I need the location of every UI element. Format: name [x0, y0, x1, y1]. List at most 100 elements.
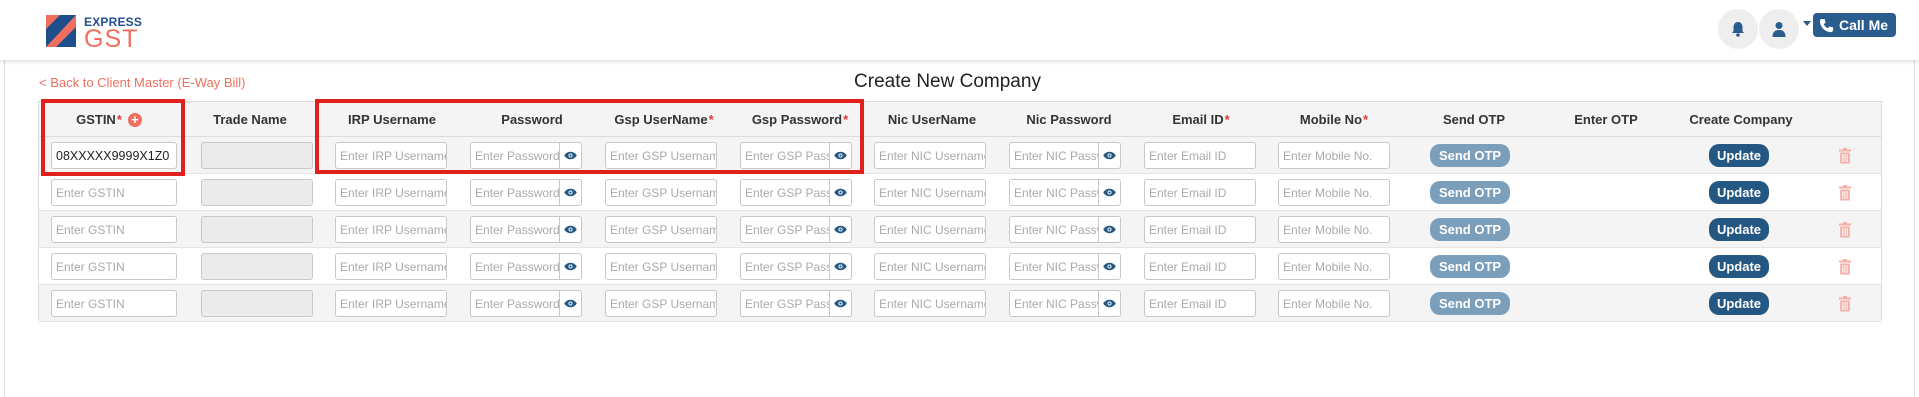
gsp-password-field: Enter GSP Password	[740, 179, 852, 206]
nic-username-input[interactable]: Enter NIC Username	[874, 216, 986, 243]
top-navbar: EXPRESS GST Call Me	[0, 0, 1919, 60]
nic-username-input[interactable]: Enter NIC Username	[874, 290, 986, 317]
gsp-password-input[interactable]: Enter GSP Password	[740, 179, 829, 206]
update-button[interactable]: Update	[1709, 292, 1769, 315]
mobile-no-input[interactable]: Enter Mobile No.	[1278, 179, 1390, 206]
gsp-password-field: Enter GSP Password	[740, 253, 852, 280]
express-gst-logo[interactable]: EXPRESS GST	[46, 12, 156, 52]
nic-username-input[interactable]: Enter NIC Username	[874, 253, 986, 280]
nic-password-input[interactable]: Enter NIC Password	[1009, 253, 1098, 280]
send-otp-button[interactable]: Send OTP	[1430, 144, 1510, 167]
eye-icon	[834, 225, 847, 234]
password-input[interactable]: Enter Password	[470, 216, 559, 243]
nic-password-input[interactable]: Enter NIC Password	[1009, 179, 1098, 206]
irp-username-input[interactable]: Enter IRP Username	[335, 290, 447, 317]
email-id-input[interactable]: Enter Email ID	[1144, 216, 1256, 243]
trash-icon[interactable]	[1838, 259, 1852, 275]
show-gsp-password-button[interactable]	[829, 179, 852, 206]
column-header-create-company: Create Company	[1689, 112, 1793, 127]
mobile-no-input[interactable]: Enter Mobile No.	[1278, 142, 1390, 169]
nic-username-input[interactable]: Enter NIC Username	[874, 179, 986, 206]
call-me-button[interactable]: Call Me	[1813, 13, 1896, 37]
gstin-highlight-box	[41, 99, 185, 176]
show-password-button[interactable]	[559, 290, 582, 317]
trash-icon[interactable]	[1838, 222, 1852, 238]
gstin-input[interactable]: Enter GSTIN	[51, 179, 177, 206]
gsp-password-input[interactable]: Enter GSP Password	[740, 216, 829, 243]
update-button[interactable]: Update	[1709, 181, 1769, 204]
gsp-username-input[interactable]: Enter GSP Username	[605, 253, 717, 280]
password-input[interactable]: Enter Password	[470, 179, 559, 206]
nic-username-input[interactable]: Enter NIC Username	[874, 142, 986, 169]
password-input[interactable]: Enter Password	[470, 290, 559, 317]
trash-icon[interactable]	[1838, 185, 1852, 201]
show-password-button[interactable]	[559, 216, 582, 243]
eye-icon	[1103, 151, 1116, 160]
mobile-no-input[interactable]: Enter Mobile No.	[1278, 216, 1390, 243]
nic-password-field: Enter NIC Password	[1009, 253, 1121, 280]
gsp-username-input[interactable]: Enter GSP Username	[605, 216, 717, 243]
send-otp-button[interactable]: Send OTP	[1430, 181, 1510, 204]
column-header-nic-password: Nic Password	[1026, 112, 1112, 127]
show-gsp-password-button[interactable]	[829, 290, 852, 317]
table-row: Enter GSTIN Enter IRP Username Enter Passw…	[39, 248, 1881, 285]
email-id-input[interactable]: Enter Email ID	[1144, 179, 1256, 206]
irp-username-input[interactable]: Enter IRP Username	[335, 179, 447, 206]
gstin-input[interactable]: Enter GSTIN	[51, 290, 177, 317]
irp-username-input[interactable]: Enter IRP Username	[335, 216, 447, 243]
email-id-input[interactable]: Enter Email ID	[1144, 290, 1256, 317]
show-nic-password-button[interactable]	[1098, 290, 1121, 317]
nic-password-input[interactable]: Enter NIC Password	[1009, 216, 1098, 243]
password-field: Enter Password	[470, 290, 582, 317]
show-nic-password-button[interactable]	[1098, 142, 1121, 169]
trash-icon[interactable]	[1838, 148, 1852, 164]
gsp-password-input[interactable]: Enter GSP Password	[740, 253, 829, 280]
update-button[interactable]: Update	[1709, 255, 1769, 278]
show-nic-password-button[interactable]	[1098, 216, 1121, 243]
email-id-input[interactable]: Enter Email ID	[1144, 253, 1256, 280]
column-header-send-otp: Send OTP	[1442, 112, 1506, 127]
show-password-button[interactable]	[559, 253, 582, 280]
notifications-button[interactable]	[1718, 9, 1758, 49]
update-button[interactable]: Update	[1709, 144, 1769, 167]
table-row: Enter GSTIN Enter IRP Username Enter Passw…	[39, 211, 1881, 248]
gsp-username-input[interactable]: Enter GSP Username	[605, 179, 717, 206]
eye-icon	[1103, 225, 1116, 234]
mobile-no-input[interactable]: Enter Mobile No.	[1278, 253, 1390, 280]
password-input[interactable]: Enter Password	[470, 253, 559, 280]
table-row: Enter GSTIN Enter IRP Username Enter Passw…	[39, 174, 1881, 211]
show-nic-password-button[interactable]	[1098, 253, 1121, 280]
eye-icon	[564, 262, 577, 271]
nic-password-field: Enter NIC Password	[1009, 179, 1121, 206]
send-otp-button[interactable]: Send OTP	[1430, 292, 1510, 315]
chevron-down-icon[interactable]	[1803, 21, 1811, 26]
trade-name-field	[201, 216, 313, 243]
show-gsp-password-button[interactable]	[829, 253, 852, 280]
gsp-username-input[interactable]: Enter GSP Username	[605, 290, 717, 317]
eye-icon	[834, 299, 847, 308]
trash-icon[interactable]	[1838, 296, 1852, 312]
update-button[interactable]: Update	[1709, 218, 1769, 241]
show-nic-password-button[interactable]	[1098, 179, 1121, 206]
send-otp-button[interactable]: Send OTP	[1430, 218, 1510, 241]
gsp-password-input[interactable]: Enter GSP Password	[740, 290, 829, 317]
show-gsp-password-button[interactable]	[829, 216, 852, 243]
nic-password-field: Enter NIC Password	[1009, 216, 1121, 243]
eye-icon	[1103, 188, 1116, 197]
irp-username-input[interactable]: Enter IRP Username	[335, 253, 447, 280]
send-otp-button[interactable]: Send OTP	[1430, 255, 1510, 278]
gstin-input[interactable]: Enter GSTIN	[51, 253, 177, 280]
email-id-input[interactable]: Enter Email ID	[1144, 142, 1256, 169]
gstin-input[interactable]: Enter GSTIN	[51, 216, 177, 243]
show-password-button[interactable]	[559, 179, 582, 206]
mobile-no-input[interactable]: Enter Mobile No.	[1278, 290, 1390, 317]
column-header-email-id: Email ID *	[1128, 102, 1274, 137]
user-menu-button[interactable]	[1759, 9, 1799, 49]
nic-password-input[interactable]: Enter NIC Password	[1009, 142, 1098, 169]
eye-icon	[1103, 299, 1116, 308]
nic-password-input[interactable]: Enter NIC Password	[1009, 290, 1098, 317]
gsp-password-field: Enter GSP Password	[740, 216, 852, 243]
eye-icon	[1103, 262, 1116, 271]
eye-icon	[564, 299, 577, 308]
phone-icon	[1819, 18, 1834, 32]
